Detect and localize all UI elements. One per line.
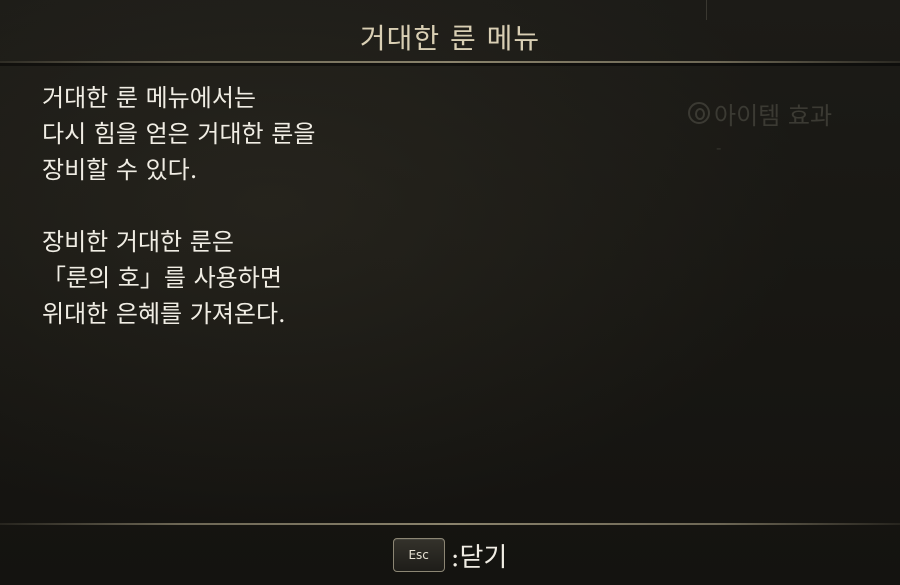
tutorial-body: 거대한 룬 메뉴에서는 다시 힘을 얻은 거대한 룬을 장비할 수 있다. 장비… <box>42 80 642 332</box>
body-line: 장비한 거대한 룬은 <box>42 228 234 256</box>
title-divider-shadow <box>0 63 900 66</box>
body-line: 다시 힘을 얻은 거대한 룬을 <box>42 120 316 148</box>
body-line: 위대한 은혜를 가져온다. <box>42 300 286 328</box>
tutorial-screen: 아이템 효과 - 거대한 룬 메뉴 거대한 룬 메뉴에서는 다시 힘을 얻은 거… <box>0 0 900 585</box>
page-title: 거대한 룬 메뉴 <box>359 22 541 55</box>
background-item-effect-label: 아이템 효과 <box>714 102 833 130</box>
esc-key-button[interactable]: Esc <box>392 538 445 572</box>
close-label[interactable]: :닫기 <box>451 537 508 574</box>
title-bar: 거대한 룬 메뉴 <box>0 0 900 62</box>
rune-circle-icon <box>688 101 710 124</box>
footer: Esc :닫기 <box>0 525 900 585</box>
background-dash: - <box>716 138 722 157</box>
background-item-effect: 아이템 효과 <box>688 96 832 131</box>
body-line: 장비할 수 있다. <box>42 156 198 184</box>
body-line: 거대한 룬 메뉴에서는 <box>42 84 256 112</box>
body-line: 「룬의 호」를 사용하면 <box>42 264 282 292</box>
